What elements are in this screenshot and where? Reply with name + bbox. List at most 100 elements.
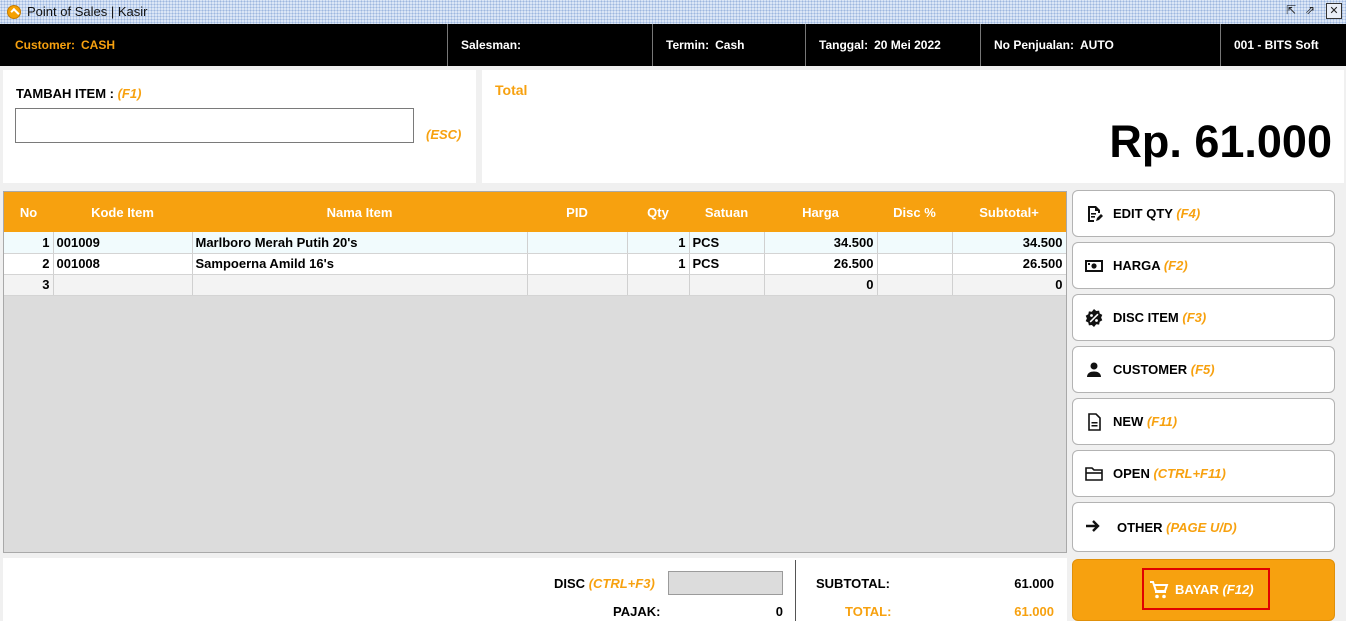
- add-item-label: TAMBAH ITEM : (F1): [16, 86, 141, 101]
- popout-window-icon[interactable]: ⇗: [1302, 3, 1318, 19]
- header-salesman[interactable]: Salesman:: [448, 24, 653, 66]
- cell-qty[interactable]: 1: [627, 253, 690, 275]
- header-no-penjualan: No Penjualan: AUTO: [981, 24, 1221, 66]
- other-label: OTHER (PAGE U/D): [1117, 520, 1237, 535]
- cell-disc[interactable]: [877, 232, 953, 254]
- cell-no[interactable]: 3: [4, 274, 54, 296]
- cell-satuan[interactable]: PCS: [689, 253, 765, 275]
- esc-shortcut: (ESC): [426, 127, 462, 142]
- person-icon: [1087, 362, 1101, 377]
- transaction-header: Customer: CASH Salesman: Termin: Cash Tang…: [0, 24, 1346, 66]
- table-row[interactable]: 3 0 0: [4, 274, 1066, 296]
- customer-label: Customer:: [15, 38, 76, 52]
- footer-total-value: 61.000: [1014, 604, 1054, 619]
- column-header-satuan[interactable]: Satuan: [689, 192, 764, 232]
- cell-subtotal[interactable]: 0: [952, 274, 1066, 296]
- cell-pid[interactable]: [527, 274, 628, 296]
- edit-qty-icon: [1088, 206, 1103, 222]
- company-name: 001 - BITS Soft: [1234, 38, 1319, 52]
- cash-icon: [1085, 260, 1103, 272]
- title-bar: Point of Sales | Kasir ⇱ ⇗ ✕: [0, 0, 1346, 24]
- cell-subtotal[interactable]: 34.500: [952, 232, 1066, 254]
- disc-input[interactable]: [668, 571, 783, 595]
- summary-footer: DISC (CTRL+F3) PAJAK: 0 SUBTOTAL: 61.000…: [3, 558, 1067, 621]
- customer-label-btn: CUSTOMER (F5): [1113, 362, 1215, 377]
- disc-item-label: DISC ITEM (F3): [1113, 310, 1207, 325]
- cell-kode-item[interactable]: [53, 274, 193, 296]
- customer-button[interactable]: CUSTOMER (F5): [1072, 346, 1335, 393]
- items-table[interactable]: No Kode Item Nama Item PID Qty Satuan Ha…: [3, 191, 1067, 553]
- add-item-shortcut: (F1): [117, 86, 142, 101]
- header-tanggal[interactable]: Tanggal: 20 Mei 2022: [806, 24, 981, 66]
- edit-qty-label: EDIT QTY (F4): [1113, 206, 1201, 221]
- total-panel: Total Rp. 61.000: [482, 70, 1344, 183]
- footer-total-label: TOTAL:: [845, 604, 892, 619]
- app-logo-icon: [7, 5, 21, 19]
- cart-icon: [1150, 581, 1169, 599]
- termin-value: Cash: [715, 38, 745, 52]
- column-header-nama-item[interactable]: Nama Item: [192, 192, 527, 232]
- edit-qty-button[interactable]: EDIT QTY (F4): [1072, 190, 1335, 237]
- column-header-subtotal[interactable]: Subtotal+: [952, 192, 1066, 232]
- bayar-highlight: BAYAR (F12): [1142, 568, 1270, 610]
- header-termin[interactable]: Termin: Cash: [653, 24, 806, 66]
- salesman-label: Salesman:: [461, 38, 522, 52]
- column-header-qty[interactable]: Qty: [627, 192, 689, 232]
- cell-nama-item[interactable]: [192, 274, 528, 296]
- cell-satuan[interactable]: PCS: [689, 232, 765, 254]
- cell-harga[interactable]: 26.500: [764, 253, 878, 275]
- column-header-kode-item[interactable]: Kode Item: [53, 192, 192, 232]
- column-header-pid[interactable]: PID: [527, 192, 627, 232]
- table-row[interactable]: 2 001008 Sampoerna Amild 16's 1 PCS 26.5…: [4, 253, 1066, 275]
- restore-window-icon[interactable]: ⇱: [1283, 3, 1299, 19]
- cell-no[interactable]: 2: [4, 253, 54, 275]
- cell-pid[interactable]: [527, 232, 628, 254]
- window-title: Point of Sales | Kasir: [27, 4, 148, 19]
- total-amount: Rp. 61.000: [1109, 116, 1332, 167]
- footer-divider: [795, 560, 796, 621]
- harga-label: HARGA (F2): [1113, 258, 1188, 273]
- total-label: Total: [495, 82, 528, 98]
- harga-button[interactable]: HARGA (F2): [1072, 242, 1335, 289]
- table-row[interactable]: 1 001009 Marlboro Merah Putih 20's 1 PCS…: [4, 232, 1066, 254]
- cell-harga[interactable]: 0: [764, 274, 878, 296]
- bayar-button[interactable]: BAYAR (F12): [1072, 559, 1335, 621]
- column-header-harga[interactable]: Harga: [764, 192, 877, 232]
- cell-kode-item[interactable]: 001008: [53, 253, 193, 275]
- document-icon: [1088, 413, 1101, 431]
- cell-no[interactable]: 1: [4, 232, 54, 254]
- open-label: OPEN (CTRL+F11): [1113, 466, 1226, 481]
- open-button[interactable]: OPEN (CTRL+F11): [1072, 450, 1335, 497]
- add-item-text: TAMBAH ITEM :: [16, 86, 114, 101]
- no-penjualan-value: AUTO: [1080, 38, 1114, 52]
- subtotal-value: 61.000: [1014, 576, 1054, 591]
- cell-nama-item[interactable]: Sampoerna Amild 16's: [192, 253, 528, 275]
- cell-disc[interactable]: [877, 274, 953, 296]
- new-button[interactable]: NEW (F11): [1072, 398, 1335, 445]
- cell-kode-item[interactable]: 001009: [53, 232, 193, 254]
- cell-qty[interactable]: 1: [627, 232, 690, 254]
- discount-icon: [1085, 309, 1103, 327]
- no-penjualan-label: No Penjualan:: [994, 38, 1075, 52]
- arrow-right-icon: [1086, 520, 1100, 532]
- column-header-no[interactable]: No: [4, 192, 53, 232]
- other-button[interactable]: OTHER (PAGE U/D): [1072, 502, 1335, 552]
- cell-subtotal[interactable]: 26.500: [952, 253, 1066, 275]
- cell-harga[interactable]: 34.500: [764, 232, 878, 254]
- pajak-value: 0: [775, 604, 783, 619]
- header-customer[interactable]: Customer: CASH: [2, 24, 448, 66]
- disc-item-button[interactable]: DISC ITEM (F3): [1072, 294, 1335, 341]
- customer-value: CASH: [81, 38, 116, 52]
- tanggal-label: Tanggal:: [819, 38, 869, 52]
- pajak-label: PAJAK:: [613, 604, 661, 619]
- cell-pid[interactable]: [527, 253, 628, 275]
- cell-satuan[interactable]: [689, 274, 765, 296]
- close-window-icon[interactable]: ✕: [1326, 3, 1342, 19]
- cell-qty[interactable]: [627, 274, 690, 296]
- cell-disc[interactable]: [877, 253, 953, 275]
- cell-nama-item[interactable]: Marlboro Merah Putih 20's: [192, 232, 528, 254]
- add-item-input[interactable]: [15, 108, 414, 143]
- column-header-disc[interactable]: Disc %: [877, 192, 952, 232]
- termin-label: Termin:: [666, 38, 710, 52]
- folder-icon: [1085, 467, 1103, 481]
